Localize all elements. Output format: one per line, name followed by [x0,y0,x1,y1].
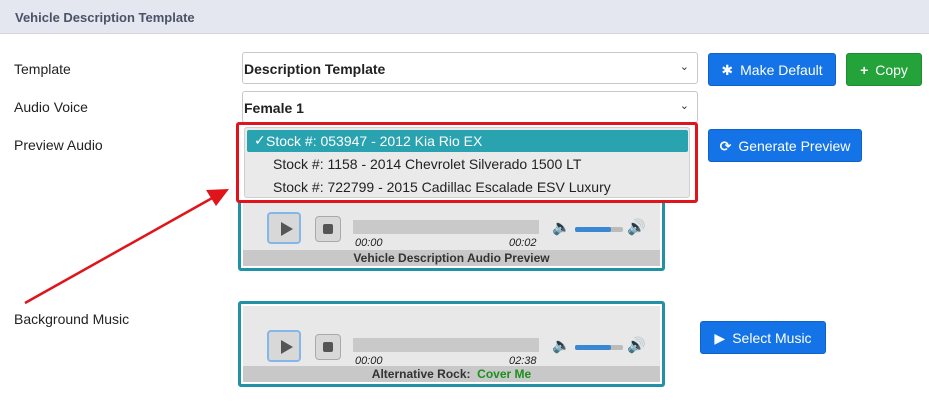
stop-button[interactable] [315,334,341,360]
checkmark-icon: ✓ [254,132,266,148]
preview-audio-label: Preview Audio [14,137,103,153]
stock-option-label: Stock #: 053947 - 2012 Kia Rio EX [266,133,483,149]
stock-option[interactable]: Stock #: 1158 - 2014 Chevrolet Silverado… [247,153,688,175]
page-title: Vehicle Description Template [15,10,195,25]
progress-track[interactable] [353,338,539,352]
make-default-button[interactable]: ✱ Make Default [708,53,836,86]
chevron-down-icon: ⌄ [679,61,689,73]
generate-preview-button[interactable]: ⟳ Generate Preview [708,129,862,162]
play-button[interactable] [267,212,301,244]
stock-dropdown-list: ✓ Stock #: 053947 - 2012 Kia Rio EX Stoc… [244,127,690,198]
copy-button[interactable]: + Copy [846,53,922,86]
plus-icon: + [860,61,869,78]
time-total: 00:02 [509,237,537,249]
volume-slider[interactable] [575,345,623,350]
refresh-icon: ⟳ [719,137,732,154]
volume-max-icon[interactable]: 🔊 [627,336,646,354]
volume-slider[interactable] [575,227,623,232]
chevron-down-icon: ⌄ [679,100,689,112]
background-music-label: Background Music [14,311,130,327]
template-select[interactable]: Description Template ⌄ [242,52,698,84]
stock-dropdown: ✓ Stock #: 053947 - 2012 Kia Rio EX Stoc… [236,122,698,203]
play-button[interactable] [267,330,301,362]
volume-mute-icon[interactable]: 🔈 [552,218,571,236]
stock-option[interactable]: Stock #: 722799 - 2015 Cadillac Escalade… [247,176,688,198]
volume-fill [575,345,611,350]
page-header: Vehicle Description Template [0,0,929,34]
audio-voice-select-value: Female 1 [244,100,304,116]
audio-voice-select[interactable]: Female 1 ⌄ [242,91,698,123]
volume-max-icon[interactable]: 🔊 [627,218,646,236]
player-caption: Alternative Rock: Cover Me [243,366,660,382]
asterisk-icon: ✱ [721,61,734,78]
background-music-player: 00:00 02:38 🔈 🔊 Alternative Rock: Cover … [238,301,665,387]
music-genre: Alternative Rock: [371,367,471,381]
music-title: Cover Me [477,367,532,381]
player-caption: Vehicle Description Audio Preview [243,250,660,266]
audio-voice-label: Audio Voice [14,99,88,115]
select-music-button[interactable]: ▶ Select Music [700,321,826,354]
stock-option-label: Stock #: 1158 - 2014 Chevrolet Silverado… [273,156,582,172]
template-label: Template [14,61,71,77]
play-circle-icon: ▶ [714,329,726,346]
progress-track[interactable] [353,220,539,234]
stop-button[interactable] [315,216,341,242]
stock-option-label: Stock #: 722799 - 2015 Cadillac Escalade… [273,179,611,195]
template-select-value: Description Template [244,61,386,77]
player-controls: 00:00 02:38 🔈 🔊 [243,306,660,367]
generate-preview-label: Generate Preview [738,137,851,154]
stock-option[interactable]: ✓ Stock #: 053947 - 2012 Kia Rio EX [247,130,688,152]
copy-label: Copy [875,61,908,78]
time-current: 00:00 [355,237,383,249]
volume-mute-icon[interactable]: 🔈 [552,336,571,354]
make-default-label: Make Default [740,61,823,78]
volume-fill [575,227,611,232]
select-music-label: Select Music [732,329,812,346]
